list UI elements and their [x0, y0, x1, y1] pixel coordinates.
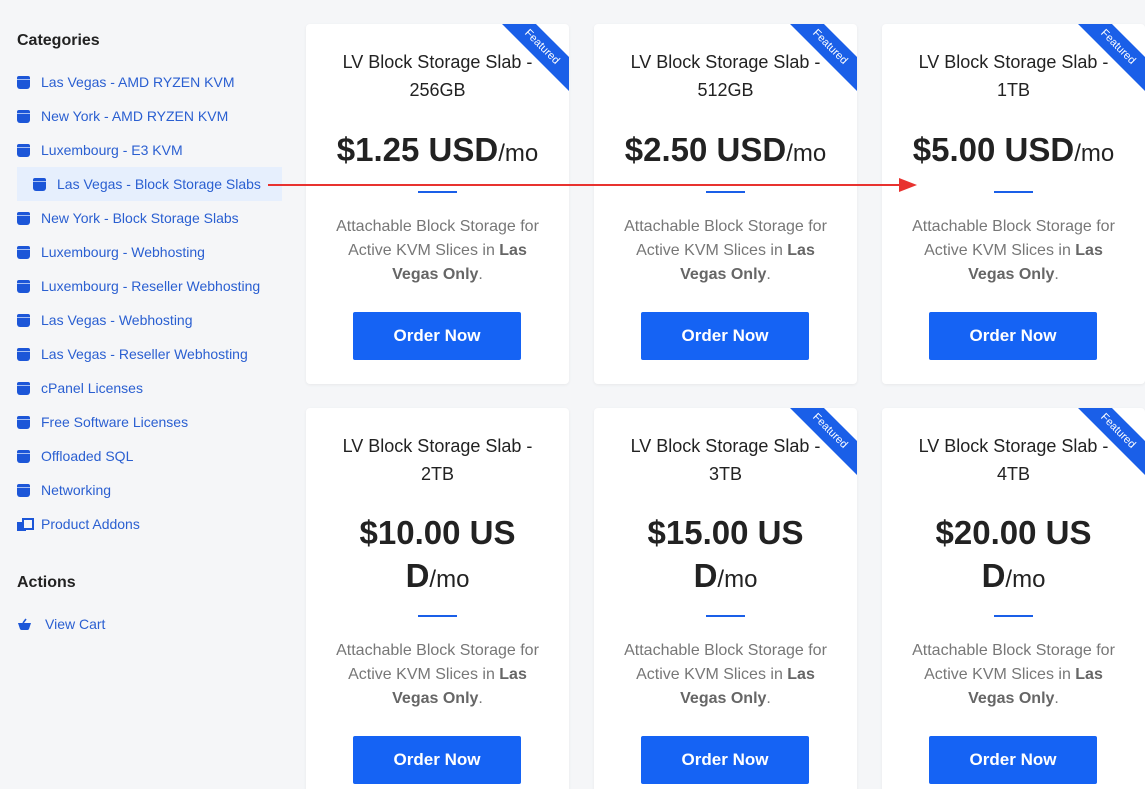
sidebar-item-free-software-licenses[interactable]: Free Software Licenses: [17, 411, 188, 433]
product-card-3tb: Featured LV Block Storage Slab - 3TB $15…: [594, 408, 857, 789]
addon-icon: [17, 517, 34, 531]
sidebar-item-lux-webhosting[interactable]: Luxembourg - Webhosting: [17, 241, 205, 263]
sidebar-item-label: cPanel Licenses: [41, 380, 143, 396]
product-card-256gb: Featured LV Block Storage Slab - 256GB $…: [306, 24, 569, 384]
product-price: $5.00 USD/mo: [892, 128, 1135, 175]
price-unit: /mo: [786, 140, 827, 167]
sidebar-item-label: New York - Block Storage Slabs: [41, 210, 239, 226]
product-title: LV Block Storage Slab - 256GB: [342, 52, 533, 100]
box-icon: [17, 449, 30, 463]
sidebar-item-label: Las Vegas - Reseller Webhosting: [41, 346, 248, 362]
box-icon: [17, 75, 30, 89]
order-now-button[interactable]: Order Now: [641, 312, 809, 360]
product-card-4tb: Featured LV Block Storage Slab - 4TB $20…: [882, 408, 1145, 789]
sidebar: Categories Las Vegas - AMD RYZEN KVM New…: [0, 0, 290, 789]
product-description: Attachable Block Storage for Active KVM …: [912, 218, 1115, 283]
product-description: Attachable Block Storage for Active KVM …: [336, 642, 539, 707]
price-divider: [418, 615, 457, 617]
product-description: Attachable Block Storage for Active KVM …: [336, 218, 539, 283]
sidebar-item-label: Free Software Licenses: [41, 414, 189, 430]
price-divider: [994, 615, 1033, 617]
sidebar-item-label: Las Vegas - Webhosting: [41, 312, 193, 328]
sidebar-item-label: Luxembourg - E3 KVM: [41, 142, 183, 158]
price-unit: /mo: [1005, 566, 1046, 593]
order-now-button[interactable]: Order Now: [353, 312, 521, 360]
view-cart-label: View Cart: [45, 616, 106, 632]
order-now-button[interactable]: Order Now: [353, 736, 521, 784]
sidebar-item-label: Offloaded SQL: [41, 448, 134, 464]
categories-heading: Categories: [17, 32, 100, 49]
sidebar-item-lux-e3-kvm[interactable]: Luxembourg - E3 KVM: [17, 139, 183, 161]
sidebar-item-lux-reseller-webhosting[interactable]: Luxembourg - Reseller Webhosting: [17, 275, 260, 297]
product-description: Attachable Block Storage for Active KVM …: [912, 642, 1115, 707]
price-amount: $5.00 USD: [912, 131, 1075, 168]
sidebar-item-lv-reseller-webhosting[interactable]: Las Vegas - Reseller Webhosting: [17, 343, 248, 365]
sidebar-item-label: Las Vegas - Block Storage Slabs: [57, 176, 261, 192]
product-title: LV Block Storage Slab - 2TB: [342, 436, 533, 484]
sidebar-item-cpanel-licenses[interactable]: cPanel Licenses: [17, 377, 143, 399]
sidebar-item-lv-block-storage-slabs[interactable]: Las Vegas - Block Storage Slabs: [17, 167, 282, 201]
cart-icon: [17, 618, 32, 631]
order-now-button[interactable]: Order Now: [929, 736, 1097, 784]
order-now-button[interactable]: Order Now: [929, 312, 1097, 360]
box-icon: [17, 279, 30, 293]
price-divider: [706, 615, 745, 617]
sidebar-item-label: New York - AMD RYZEN KVM: [41, 108, 229, 124]
sidebar-item-offloaded-sql[interactable]: Offloaded SQL: [17, 445, 133, 467]
view-cart-link[interactable]: View Cart: [17, 613, 105, 635]
price-amount: $2.50 USD: [624, 131, 787, 168]
product-title: LV Block Storage Slab - 512GB: [630, 52, 821, 100]
sidebar-item-networking[interactable]: Networking: [17, 479, 111, 501]
product-price: $10.00 USD/mo: [346, 511, 529, 601]
box-icon: [17, 143, 30, 157]
box-icon: [17, 313, 30, 327]
product-price: $2.50 USD/mo: [604, 128, 847, 175]
product-title: LV Block Storage Slab - 1TB: [918, 52, 1109, 100]
product-description: Attachable Block Storage for Active KVM …: [624, 642, 827, 707]
box-icon: [17, 109, 30, 123]
price-divider: [706, 191, 745, 193]
actions-heading: Actions: [17, 574, 76, 591]
product-card-512gb: Featured LV Block Storage Slab - 512GB $…: [594, 24, 857, 384]
price-amount: $1.25 USD: [336, 131, 499, 168]
sidebar-item-ny-amd-ryzen-kvm[interactable]: New York - AMD RYZEN KVM: [17, 105, 228, 127]
box-icon: [17, 347, 30, 361]
price-divider: [994, 191, 1033, 193]
box-icon: [17, 415, 30, 429]
box-icon: [17, 211, 30, 225]
product-title: LV Block Storage Slab - 4TB: [918, 436, 1109, 484]
product-title: LV Block Storage Slab - 3TB: [630, 436, 821, 484]
price-divider: [418, 191, 457, 193]
product-price: $15.00 USD/mo: [634, 511, 817, 601]
sidebar-item-lv-amd-ryzen-kvm[interactable]: Las Vegas - AMD RYZEN KVM: [17, 71, 234, 93]
product-card-2tb: LV Block Storage Slab - 2TB $10.00 USD/m…: [306, 408, 569, 789]
order-now-button[interactable]: Order Now: [641, 736, 809, 784]
box-icon: [17, 245, 30, 259]
sidebar-item-label: Luxembourg - Reseller Webhosting: [41, 278, 261, 294]
price-unit: /mo: [1074, 140, 1115, 167]
product-price: $1.25 USD/mo: [316, 128, 559, 175]
product-price: $20.00 USD/mo: [922, 511, 1105, 601]
product-description: Attachable Block Storage for Active KVM …: [624, 218, 827, 283]
sidebar-item-product-addons[interactable]: Product Addons: [17, 513, 140, 535]
sidebar-item-lv-webhosting[interactable]: Las Vegas - Webhosting: [17, 309, 193, 331]
product-card-1tb: Featured LV Block Storage Slab - 1TB $5.…: [882, 24, 1145, 384]
box-icon: [17, 381, 30, 395]
price-unit: /mo: [717, 566, 758, 593]
sidebar-item-label: Luxembourg - Webhosting: [41, 244, 205, 260]
box-icon: [33, 177, 46, 191]
price-unit: /mo: [498, 140, 539, 167]
sidebar-item-ny-block-storage-slabs[interactable]: New York - Block Storage Slabs: [17, 207, 239, 229]
sidebar-item-label: Networking: [41, 482, 112, 498]
box-icon: [17, 483, 30, 497]
sidebar-item-label: Las Vegas - AMD RYZEN KVM: [41, 74, 235, 90]
price-unit: /mo: [429, 566, 470, 593]
sidebar-item-label: Product Addons: [41, 516, 140, 532]
